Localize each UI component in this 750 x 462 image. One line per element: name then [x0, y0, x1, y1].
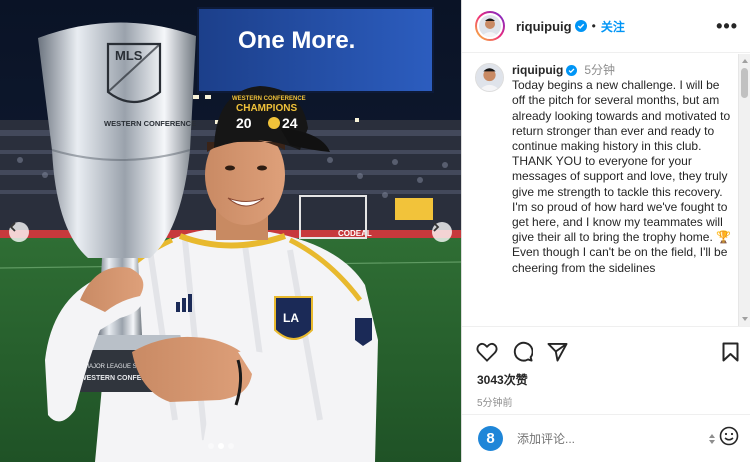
cap-year-right: 24	[282, 115, 298, 131]
author-username[interactable]: riquipuig	[516, 19, 572, 34]
bookmark-icon	[722, 342, 739, 361]
cap-line2: CHAMPIONS	[236, 103, 297, 114]
carousel-indicator	[208, 443, 234, 449]
trophy-logo-text: MLS	[115, 48, 143, 63]
caption-username[interactable]: riquipuig	[512, 63, 563, 78]
comment-bubble-icon	[513, 341, 533, 362]
post-photo[interactable]: One More. CODEAL LA WESTERN CONFERENCE C…	[0, 0, 461, 462]
comment-spinner[interactable]	[709, 433, 715, 444]
like-button[interactable]	[476, 342, 498, 362]
caption-paragraph: Today begins a new challenge. I will be …	[512, 78, 731, 154]
caption-scrollbar[interactable]	[738, 54, 750, 326]
verified-badge-icon	[574, 20, 587, 32]
crest-text: LA	[283, 311, 299, 325]
comment-button[interactable]	[512, 341, 533, 362]
post-timestamp[interactable]: 5分钟前	[462, 388, 750, 409]
caption-paragraph: THANK YOU to everyone for your messages …	[512, 154, 728, 199]
cap-line1: WESTERN CONFERENCE	[232, 96, 306, 102]
trophy-conference-text: WESTERN CONFERENCE	[104, 119, 196, 128]
spinner-down-icon[interactable]	[709, 439, 715, 444]
photo-scene: One More. CODEAL LA WESTERN CONFERENCE C…	[0, 0, 461, 462]
follow-button[interactable]: 关注	[601, 18, 625, 35]
post-header: riquipuig • 关注 •••	[462, 0, 750, 53]
caption-area: riquipuig 5分钟 Today begins a new challen…	[462, 54, 750, 326]
caption-text: Today begins a new challenge. I will be …	[512, 78, 732, 276]
author-avatar[interactable]	[475, 11, 505, 41]
chevron-left-icon	[9, 222, 16, 232]
like-count[interactable]: 3043次赞	[462, 362, 750, 388]
carousel-dot	[228, 443, 234, 449]
verified-badge-icon	[566, 65, 578, 77]
comment-logo-icon: 8	[478, 426, 503, 451]
more-options-button[interactable]: •••	[716, 17, 738, 35]
caption-paragraph: Even though I can't be on the field, I'l…	[512, 245, 728, 275]
carousel-dot	[208, 443, 214, 449]
save-button[interactable]	[722, 342, 739, 362]
carousel-prev-button[interactable]	[9, 222, 29, 242]
cap-crest-icon	[268, 117, 280, 129]
caption-time[interactable]: 5分钟	[584, 63, 615, 78]
header-separator: •	[591, 19, 596, 33]
chevron-right-icon	[433, 222, 440, 232]
scroll-down-arrow-icon[interactable]	[742, 317, 748, 321]
emoji-button[interactable]	[719, 426, 739, 451]
carousel-next-button[interactable]	[432, 222, 452, 242]
avatar-image	[479, 15, 501, 37]
caption: riquipuig 5分钟 Today begins a new challen…	[462, 54, 750, 276]
comment-bar: 8 添加评论...	[462, 414, 750, 462]
scrollbar-thumb[interactable]	[741, 68, 748, 98]
avatar-image	[476, 64, 503, 91]
spinner-up-icon[interactable]	[709, 433, 715, 438]
cap-year-left: 20	[236, 115, 252, 131]
scroll-up-arrow-icon[interactable]	[742, 59, 748, 63]
post-actions: 3043次赞 5分钟前	[462, 326, 750, 422]
share-button[interactable]	[547, 342, 568, 362]
caption-avatar[interactable]	[475, 63, 504, 92]
carousel-dot-active	[218, 443, 224, 449]
screen-text: One More.	[238, 27, 355, 54]
smiley-face-icon	[719, 426, 739, 446]
post-side-panel: riquipuig • 关注 ••• riquipuig 5分钟 Today b…	[461, 0, 750, 462]
paper-plane-icon	[547, 342, 568, 362]
caption-paragraph: I'm so proud of how hard we've fought to…	[512, 199, 732, 245]
heart-icon	[476, 342, 498, 362]
comment-input[interactable]: 添加评论...	[517, 430, 709, 447]
